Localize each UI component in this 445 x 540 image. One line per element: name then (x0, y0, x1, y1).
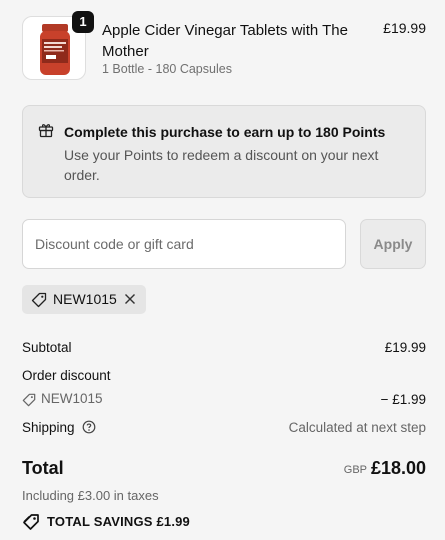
product-price: £19.99 (383, 20, 426, 36)
close-icon[interactable] (123, 292, 137, 306)
order-discount-code-text: NEW1015 (41, 391, 103, 406)
total-value: £18.00 (370, 458, 426, 478)
shipping-value: Calculated at next step (288, 420, 426, 435)
savings-tag-icon (23, 514, 39, 530)
quantity-badge: 1 (72, 11, 94, 33)
points-description: Use your Points to redeem a discount on … (64, 147, 379, 183)
help-icon[interactable] (82, 420, 96, 434)
apply-button[interactable]: Apply (360, 219, 426, 269)
points-title: Complete this purchase to earn up to 180… (64, 124, 386, 140)
order-discount-value: − £1.99 (380, 392, 426, 407)
product-thumbnail: 1 (22, 11, 94, 80)
order-discount-label: Order discount (22, 368, 111, 383)
tax-note: Including £3.00 in taxes (22, 488, 159, 503)
product-line-item: 1 Apple Cider Vinegar Tablets with The M… (22, 11, 426, 80)
points-banner: Complete this purchase to earn up to 180… (22, 105, 426, 198)
applied-discount-chip: NEW1015 (22, 285, 146, 314)
shipping-label: Shipping (22, 420, 75, 435)
subtotal-value: £19.99 (384, 340, 426, 355)
total-savings-text: TOTAL SAVINGS £1.99 (47, 514, 190, 529)
product-title: Apple Cider Vinegar Tablets with The Mot… (102, 22, 348, 60)
tag-icon (22, 393, 36, 407)
gift-icon (38, 124, 54, 138)
tag-icon (31, 292, 47, 308)
subtotal-label: Subtotal (22, 340, 72, 355)
chip-code-label: NEW1015 (53, 291, 117, 307)
discount-code-input[interactable] (22, 219, 346, 269)
product-variant: 1 Bottle - 180 Capsules (102, 62, 232, 76)
currency-code: GBP (343, 464, 367, 476)
total-label: Total (22, 458, 64, 478)
